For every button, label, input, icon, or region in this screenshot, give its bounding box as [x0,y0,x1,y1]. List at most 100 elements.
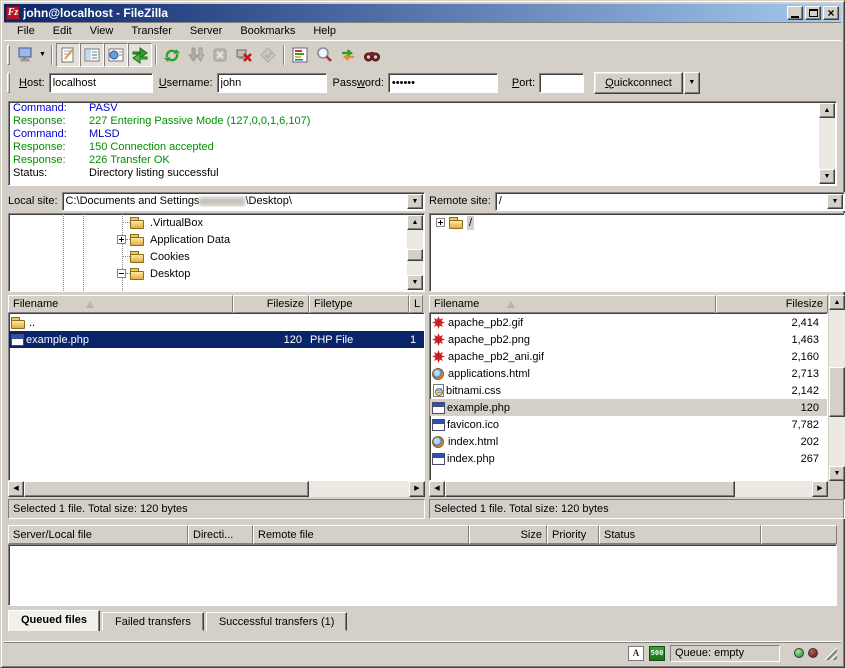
scroll-down-icon[interactable]: ▼ [819,169,835,184]
port-input[interactable] [539,73,584,93]
column-header-server-local-file[interactable]: Server/Local file [8,525,188,544]
scroll-up-icon[interactable]: ▲ [407,215,423,230]
quickconnect-button[interactable]: Quickconnect [594,72,683,94]
toggle-local-tree-button[interactable] [80,43,104,67]
file-row[interactable]: apache_pb2.gif2,414 [430,314,827,331]
file-row[interactable]: apache_pb2.png1,463 [430,331,827,348]
scrollbar-thumb[interactable] [829,367,845,417]
column-header-last-modified[interactable]: L [409,295,423,313]
column-header-filetype[interactable]: Filetype [309,295,409,313]
column-header-remote-file[interactable]: Remote file [253,525,469,544]
tab-queued-files[interactable]: Queued files [8,610,100,631]
scroll-down-icon[interactable]: ▼ [829,466,845,481]
column-header-filename[interactable]: Filename [8,295,233,313]
menu-server[interactable]: Server [181,23,231,39]
menu-view[interactable]: View [81,23,123,39]
title-bar[interactable]: Fz john@localhost - FileZilla × [4,4,841,22]
scroll-up-icon[interactable]: ▲ [819,103,835,118]
dropdown-arrow-icon[interactable]: ▼ [407,194,423,209]
local-list-body[interactable]: .. example.php 120 PHP File 1 [8,313,425,481]
scroll-left-icon[interactable]: ◀ [429,481,445,497]
ascii-data-type-icon[interactable]: A [628,646,644,661]
menu-transfer[interactable]: Transfer [122,23,181,39]
host-input[interactable] [49,73,153,93]
remote-list-body[interactable]: apache_pb2.gif2,414 apache_pb2.png1,463 … [429,313,828,481]
tree-item-cookies[interactable]: Cookies [9,248,424,265]
speed-limit-indicator-icon[interactable]: 500 [649,646,665,661]
dropdown-arrow-icon[interactable]: ▼ [827,194,843,209]
menu-file[interactable]: File [8,23,44,39]
remote-site-combobox[interactable]: / ▼ [495,192,845,211]
scroll-left-icon[interactable]: ◀ [8,481,24,497]
local-site-combobox[interactable]: C:\Documents and Settings\Desktop\ ▼ [62,192,425,211]
toggle-remote-tree-button[interactable] [104,43,128,67]
scroll-right-icon[interactable]: ▶ [812,481,828,497]
quickconnect-dropdown[interactable]: ▼ [684,72,700,94]
username-input[interactable] [217,73,327,93]
scroll-down-icon[interactable]: ▼ [407,275,423,290]
tree-item-virtualbox[interactable]: .VirtualBox [9,214,424,231]
file-row-parent-dir[interactable]: .. [9,314,424,331]
column-header-size[interactable]: Size [469,525,547,544]
local-tree[interactable]: .VirtualBox Application Data Cookies Des… [8,213,425,292]
cancel-operation-button[interactable] [208,43,232,67]
password-input[interactable] [388,73,498,93]
tree-item-application-data[interactable]: Application Data [9,231,424,248]
column-header-priority[interactable]: Priority [547,525,599,544]
toolbar-grip[interactable] [7,45,10,65]
file-row-example-php[interactable]: example.php 120 PHP File 1 [9,331,424,348]
site-manager-dropdown[interactable]: ▼ [37,44,48,66]
scrollbar-thumb[interactable] [445,481,735,497]
tab-successful-transfers[interactable]: Successful transfers (1) [206,612,348,631]
file-row[interactable]: bitnami.css2,142 [430,382,827,399]
tree-item-root[interactable]: / [430,214,844,231]
site-manager-button[interactable] [13,43,37,67]
directory-comparison-button[interactable] [312,43,336,67]
column-header-status[interactable]: Status [599,525,761,544]
scroll-up-icon[interactable]: ▲ [829,295,845,310]
file-row[interactable]: apache_pb2_ani.gif2,160 [430,348,827,365]
scrollbar-thumb[interactable] [24,481,309,497]
file-row[interactable]: index.php267 [430,450,827,467]
minimize-button[interactable] [787,6,803,20]
file-row[interactable]: favicon.ico7,782 [430,416,827,433]
remote-tree[interactable]: / [429,213,845,292]
quickconnect-grip[interactable] [7,73,10,93]
remote-vertical-scrollbar[interactable]: ▲ ▼ [829,295,845,481]
tab-failed-transfers[interactable]: Failed transfers [102,612,204,631]
column-header-filename[interactable]: Filename [429,295,716,313]
column-header-filesize[interactable]: Filesize [233,295,309,313]
refresh-button[interactable] [160,43,184,67]
remote-horizontal-scrollbar[interactable]: ◀ ▶ [429,481,828,497]
column-header-direction[interactable]: Directi... [188,525,253,544]
menu-edit[interactable]: Edit [44,23,81,39]
local-tree-scrollbar[interactable]: ▲ ▼ [407,215,423,290]
local-horizontal-scrollbar[interactable]: ◀ ▶ [8,481,425,497]
log-scrollbar[interactable]: ▲ ▼ [819,103,835,184]
expand-icon[interactable] [436,218,445,227]
find-files-button[interactable] [360,43,384,67]
close-button[interactable]: × [823,6,839,20]
message-log[interactable]: Command:PASV Response:227 Entering Passi… [8,101,837,186]
menu-bookmarks[interactable]: Bookmarks [231,23,304,39]
process-queue-button[interactable] [184,43,208,67]
synchronized-browsing-button[interactable] [336,43,360,67]
collapse-icon[interactable] [117,269,126,278]
disconnect-button[interactable] [232,43,256,67]
file-row[interactable]: index.html202 [430,433,827,450]
toggle-transfer-queue-button[interactable] [128,43,152,67]
expand-icon[interactable] [117,235,126,244]
toggle-message-log-button[interactable] [56,43,80,67]
maximize-button[interactable] [805,6,821,20]
menu-help[interactable]: Help [304,23,345,39]
file-row-selected[interactable]: example.php120 [430,399,827,416]
file-row[interactable]: applications.html2,713 [430,365,827,382]
reconnect-button[interactable] [256,43,280,67]
tree-item-desktop[interactable]: Desktop [9,265,424,282]
filter-button[interactable] [288,43,312,67]
resize-grip[interactable] [824,647,837,660]
scroll-right-icon[interactable]: ▶ [409,481,425,497]
queue-body[interactable] [8,544,837,606]
column-header-filesize[interactable]: Filesize [716,295,828,313]
scrollbar-thumb[interactable] [407,249,423,261]
